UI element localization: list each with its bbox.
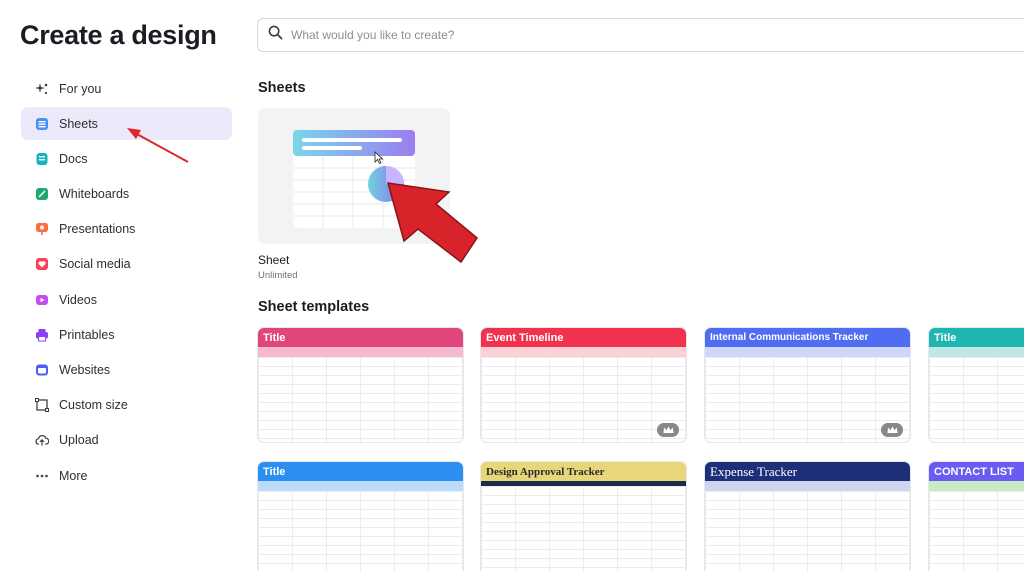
template-title: Internal Communications Tracker xyxy=(705,328,910,347)
video-icon xyxy=(35,293,49,307)
template-title: Expense Tracker xyxy=(705,462,910,481)
template-grid xyxy=(481,357,686,442)
docs-icon xyxy=(35,152,49,166)
template-title: CONTACT LIST xyxy=(929,462,1024,481)
template-grid xyxy=(258,491,463,571)
template-header-row xyxy=(705,347,910,357)
sidebar-item-label: Presentations xyxy=(59,222,136,237)
website-icon xyxy=(35,363,49,377)
template-title: Title xyxy=(258,328,463,347)
presentation-icon xyxy=(35,222,49,236)
template-grid xyxy=(481,486,686,571)
blank-sheet-card[interactable] xyxy=(258,108,450,244)
template-title: Title xyxy=(929,328,1024,347)
search-input[interactable] xyxy=(291,28,791,42)
sidebar-item-label: Social media xyxy=(59,257,131,272)
sidebar-item-label: More xyxy=(59,468,88,483)
template-header-row xyxy=(258,481,463,491)
template-card[interactable]: Title xyxy=(258,462,463,571)
more-icon xyxy=(35,469,49,483)
template-header-row xyxy=(481,347,686,357)
whiteboard-icon xyxy=(35,187,49,201)
sidebar-item-docs[interactable]: Docs xyxy=(21,142,232,175)
template-card[interactable]: Expense Tracker xyxy=(705,462,910,571)
sidebar-item-label: Docs xyxy=(59,151,88,166)
sidebar-item-label: Printables xyxy=(59,327,115,342)
template-card[interactable]: Event Timeline xyxy=(481,328,686,442)
upload-icon xyxy=(35,433,49,447)
sheet-card-subtitle: Unlimited xyxy=(258,270,298,281)
sidebar-item-label: Custom size xyxy=(59,398,128,413)
template-grid xyxy=(705,357,910,442)
sheets-icon xyxy=(35,117,49,131)
template-header-row xyxy=(258,347,463,357)
template-card[interactable]: Design Approval Tracker xyxy=(481,462,686,571)
sidebar-item-label: Videos xyxy=(59,292,97,307)
template-title: Title xyxy=(258,462,463,481)
template-card[interactable]: Internal Communications Tracker xyxy=(705,328,910,442)
sidebar-item-social-media[interactable]: Social media xyxy=(21,248,232,281)
template-header-row xyxy=(929,481,1024,491)
premium-crown-icon xyxy=(657,423,679,437)
sidebar-item-label: Upload xyxy=(59,433,99,448)
sidebar-item-custom-size[interactable]: Custom size xyxy=(21,389,232,422)
sidebar-item-upload[interactable]: Upload xyxy=(21,424,232,457)
page-title: Create a design xyxy=(20,20,217,50)
template-grid xyxy=(705,491,910,571)
sparkle-icon xyxy=(35,82,49,96)
template-card[interactable]: CONTACT LIST xyxy=(929,462,1024,571)
sidebar-item-for-you[interactable]: For you xyxy=(21,72,232,105)
sidebar-item-printables[interactable]: Printables xyxy=(21,318,232,351)
sidebar-item-presentations[interactable]: Presentations xyxy=(21,213,232,246)
template-title: Event Timeline xyxy=(481,328,686,347)
template-title: Design Approval Tracker xyxy=(481,462,686,481)
search-icon xyxy=(268,25,283,45)
sheet-card-name: Sheet xyxy=(258,253,290,267)
printer-icon xyxy=(35,328,49,342)
sidebar-item-label: Websites xyxy=(59,363,111,377)
sidebar-item-label: Sheets xyxy=(59,116,98,131)
sidebar-item-more[interactable]: More xyxy=(21,459,232,492)
sidebar-item-label: For you xyxy=(59,81,102,96)
sheet-illustration xyxy=(293,130,415,228)
template-card[interactable]: Title xyxy=(929,328,1024,442)
template-grid xyxy=(929,357,1024,442)
templates-section-title: Sheet templates xyxy=(258,299,370,315)
template-header-row xyxy=(705,481,910,491)
sheets-section-title: Sheets xyxy=(258,80,306,96)
custom-size-icon xyxy=(35,398,49,413)
template-grid xyxy=(929,491,1024,571)
sidebar-item-whiteboards[interactable]: Whiteboards xyxy=(21,178,232,211)
search-bar[interactable] xyxy=(257,18,1024,52)
template-grid xyxy=(258,357,463,442)
premium-crown-icon xyxy=(881,423,903,437)
sidebar-item-label: Whiteboards xyxy=(59,187,130,202)
create-design-page: Create a design For you Sheets Docs xyxy=(0,0,1024,571)
heart-icon xyxy=(35,257,49,271)
template-card[interactable]: Title xyxy=(258,328,463,442)
sidebar-item-websites[interactable]: Websites xyxy=(21,354,232,387)
template-header-row xyxy=(929,347,1024,357)
sidebar: For you Sheets Docs Whiteboards Presenta… xyxy=(21,72,232,494)
sidebar-item-videos[interactable]: Videos xyxy=(21,283,232,316)
sidebar-item-sheets[interactable]: Sheets xyxy=(21,107,232,141)
